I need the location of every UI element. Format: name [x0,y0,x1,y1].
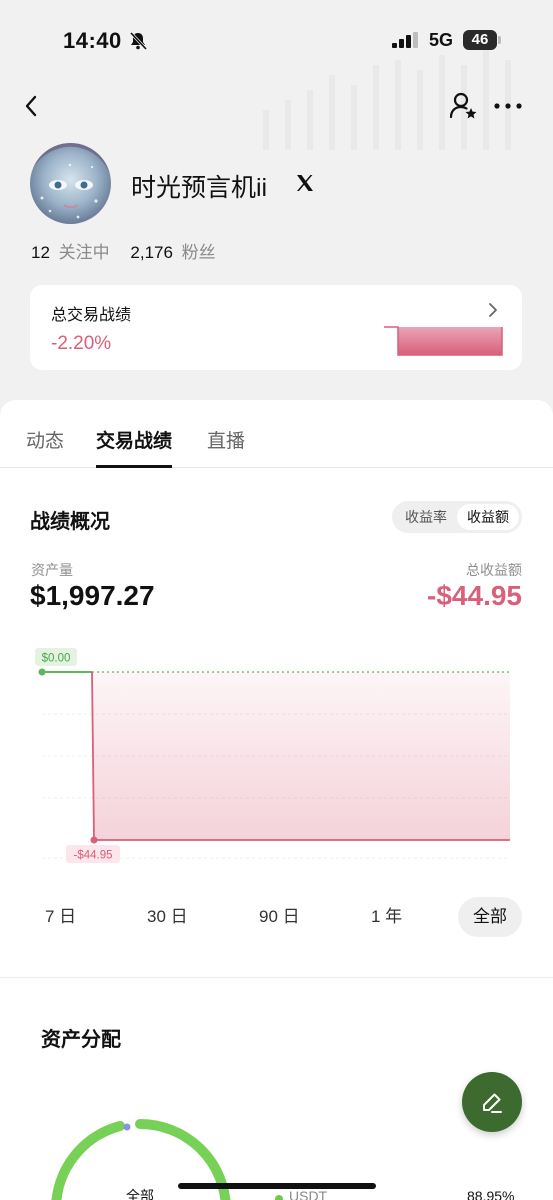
battery-icon: 46 [463,30,497,50]
overview-title: 战绩概况 [30,511,110,533]
chevron-right-icon [489,303,497,317]
bell-muted-icon [129,31,148,51]
toggle-return-rate[interactable]: 收益率 [395,504,457,530]
compose-button[interactable] [462,1072,522,1132]
perf-card-title: 总交易战绩 [51,307,132,324]
following-count[interactable]: 12 [31,243,50,262]
tab-bar: 动态 交易战绩 直播 [0,426,553,468]
profile-name: 时光预言机ii [131,174,268,202]
x-logo-icon[interactable] [295,173,315,193]
total-performance-card[interactable]: 总交易战绩 -2.20% [30,285,522,370]
period-all[interactable]: 全部 [458,897,522,937]
following-label: 关注中 [58,243,110,262]
legend-pct-usdt: 88.95% [467,1188,515,1200]
donut-center-label: 全部 [126,1188,154,1200]
content-sheet: 动态 交易战绩 直播 战绩概况 收益率 收益额 资产量 总收益额 $1,997.… [0,400,553,1200]
pnl-label: 总收益额 [466,562,522,578]
chart-min-label: -$44.95 [73,850,112,862]
followers-label: 粉丝 [181,243,216,262]
period-7d[interactable]: 7 日 [45,897,76,937]
battery-cap [498,36,501,44]
more-icon[interactable] [492,92,524,120]
edit-icon [483,1093,502,1113]
status-bar: 14:40 5G 46 [0,0,553,80]
chart-area-fill [92,672,510,840]
tab-label: 交易战绩 [96,431,173,452]
legend-dot-usdt [275,1195,283,1200]
perf-card-value: -2.20% [51,333,112,354]
assets-value: $1,997.27 [30,580,155,611]
follow-user-icon[interactable] [448,90,480,122]
tab-live[interactable]: 直播 [207,426,245,468]
pnl-chart[interactable]: $0.00 -$44.95 [0,640,553,870]
follow-stats: 12 关注中 2,176 粉丝 [31,238,216,263]
avatar[interactable] [30,143,111,224]
tab-trading-performance[interactable]: 交易战绩 [96,426,173,468]
tab-active-indicator [96,465,173,468]
metric-toggle: 收益率 收益额 [392,501,522,533]
signal-icon [392,32,418,48]
section-divider [0,977,553,978]
network-type: 5G [429,30,454,50]
profile-header: 14:40 5G 46 时光预言机ii 12 关注中 2,176 粉丝 总交易战… [0,0,553,420]
legend-label-usdt: USDT [289,1188,328,1200]
followers-count[interactable]: 2,176 [130,243,173,262]
donut-marker [123,1123,131,1131]
tab-label: 动态 [26,431,65,452]
back-icon[interactable] [20,90,44,122]
allocation-title: 资产分配 [41,1029,121,1051]
chart-max-label: $0.00 [42,653,71,665]
period-1y[interactable]: 1 年 [371,897,402,937]
pnl-value: -$44.95 [427,580,522,611]
home-indicator[interactable] [178,1183,376,1189]
toggle-return-amount[interactable]: 收益额 [457,504,519,530]
period-30d[interactable]: 30 日 [147,897,188,937]
period-selector: 7 日 30 日 90 日 1 年 全部 [0,897,553,937]
tab-label: 直播 [207,431,246,452]
status-time: 14:40 [63,28,122,53]
perf-sparkline [384,326,503,356]
chart-point-start [38,668,46,676]
period-90d[interactable]: 90 日 [259,897,300,937]
assets-label: 资产量 [31,562,73,578]
tab-activity[interactable]: 动态 [26,426,64,468]
chart-point-min [90,836,98,844]
